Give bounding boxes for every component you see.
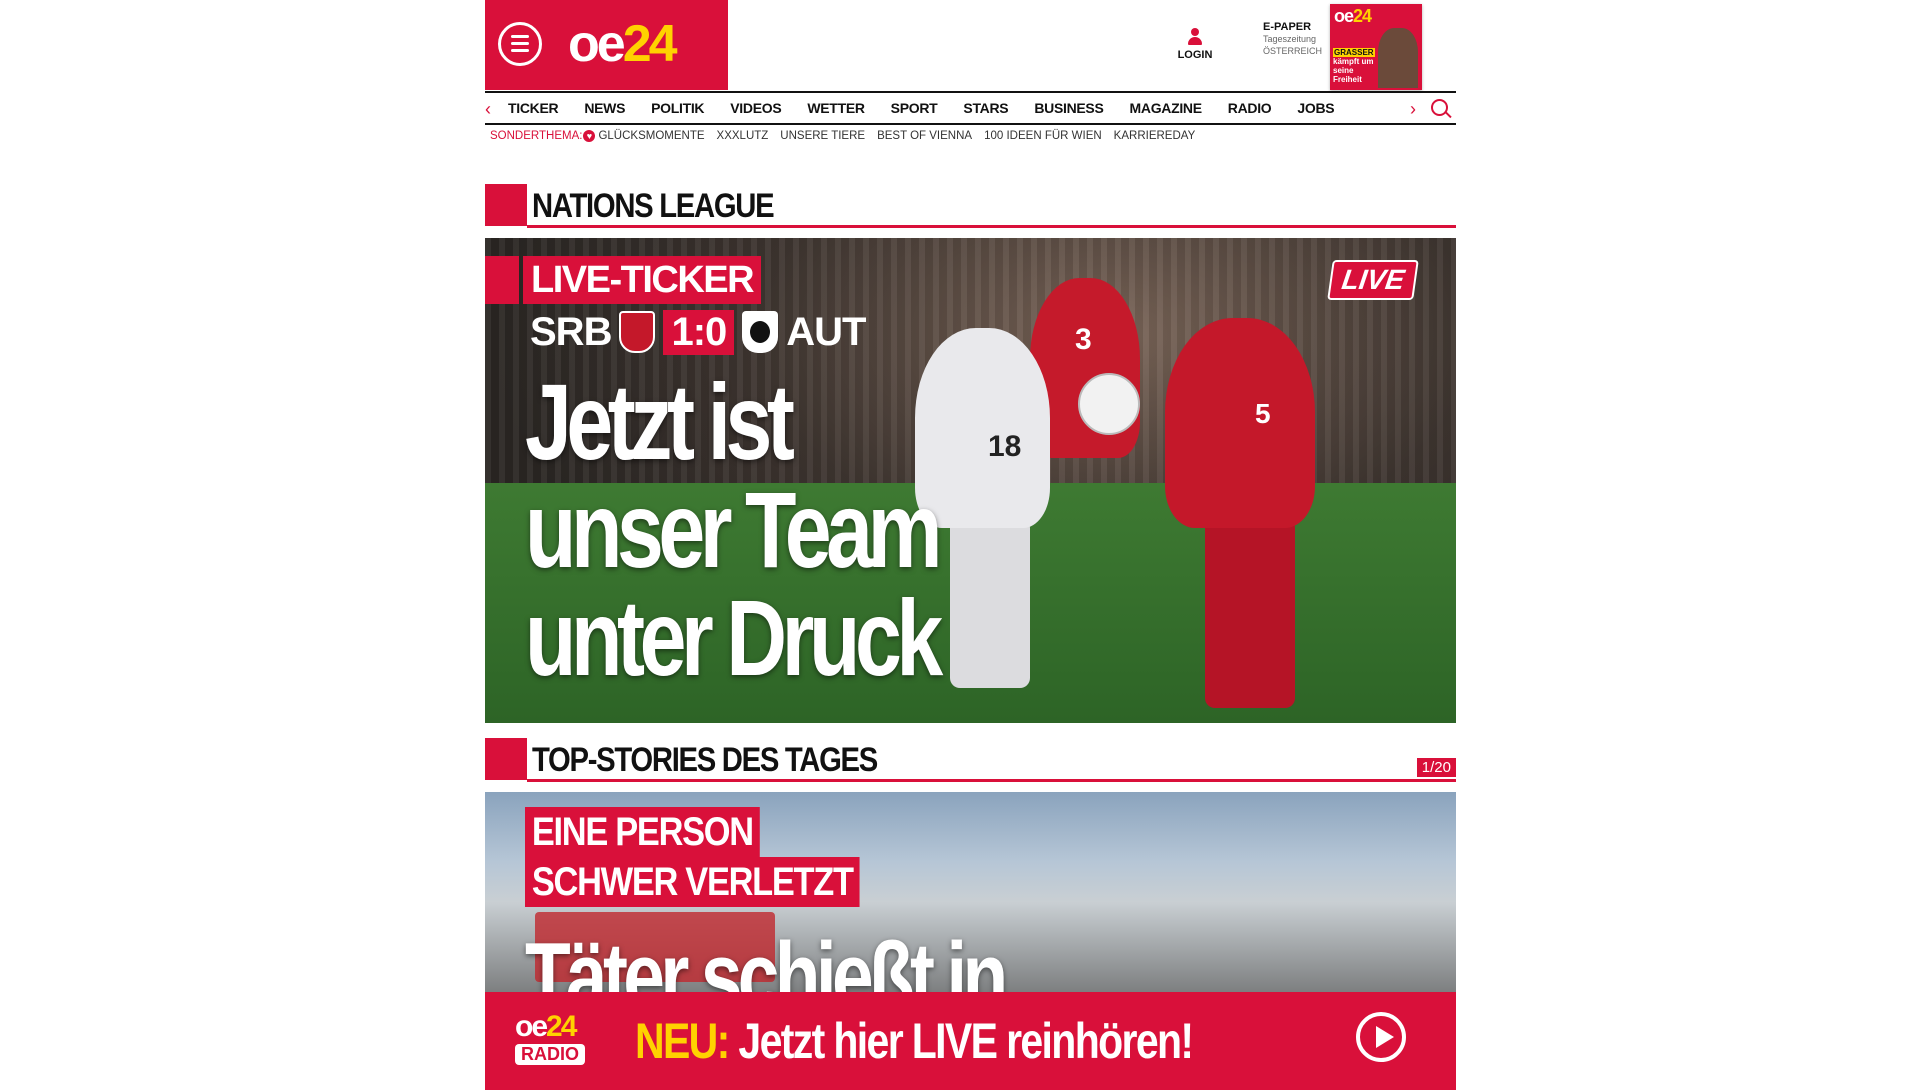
nav-item-news[interactable]: NEWS <box>584 100 625 116</box>
login-label: LOGIN <box>1177 49 1213 61</box>
hamburger-menu-icon[interactable] <box>498 22 542 66</box>
nav-item-magazine[interactable]: MAGAZINE <box>1130 100 1203 116</box>
cover-headline: GRASSER kämpft um seine Freiheit <box>1333 48 1375 84</box>
nav-item-stars[interactable]: STARS <box>963 100 1008 116</box>
cover-logo: oe24 <box>1334 6 1372 26</box>
epaper-link[interactable]: E-PAPER Tageszeitung ÖSTERREICH <box>1263 21 1333 57</box>
heart-icon: ♥ <box>583 130 596 142</box>
nav-item-wetter[interactable]: WETTER <box>807 100 865 116</box>
nav-item-videos[interactable]: VIDEOS <box>730 100 781 116</box>
epaper-title: E-PAPER <box>1263 21 1312 33</box>
radio-logo: oe24 RADIO <box>515 1012 605 1065</box>
nav-item-jobs[interactable]: JOBS <box>1297 100 1334 116</box>
nav-item-politik[interactable]: POLITIK <box>651 100 704 116</box>
story-tag: SCHWER VERLETZT <box>525 857 860 907</box>
football-image <box>1078 373 1140 435</box>
sonderthema-item[interactable]: KARRIEREDAY <box>1114 130 1196 142</box>
main-nav: ‹ TICKER NEWS POLITIK VIDEOS WETTER SPORT STAR… <box>485 91 1456 125</box>
section-header-nations-league: NATIONS LEAGUE <box>485 184 1456 228</box>
section-header-top-stories: TOP-STORIES DES TAGES 1/20 <box>485 738 1456 782</box>
nav-items: TICKER NEWS POLITIK VIDEOS WETTER SPORT STARS B… <box>508 93 1360 123</box>
cover-photo <box>1378 28 1418 88</box>
page: oe24 LOGIN E-PAPER Tageszeitung ÖSTERREI… <box>485 0 1456 1090</box>
top-story-card[interactable]: EINE PERSON SCHWER VERLETZT Täter schieß… <box>485 792 1456 992</box>
austria-crest-icon <box>742 311 779 353</box>
search-icon[interactable] <box>1431 99 1448 116</box>
sonderthema-label: SONDERTHEMA: <box>490 130 583 142</box>
story-tag: EINE PERSON <box>525 807 760 857</box>
sonderthema-item[interactable]: UNSERE TIERE <box>780 130 865 142</box>
score: 1:0 <box>663 309 735 355</box>
team-away: AUT <box>786 309 866 354</box>
nav-item-radio[interactable]: RADIO <box>1228 100 1272 116</box>
login-button[interactable]: LOGIN <box>1170 28 1220 61</box>
story-headline: Täter schießt in <box>525 923 1008 992</box>
live-ticker-tag: LIVE-TICKER <box>523 256 762 304</box>
site-logo[interactable]: oe24 <box>568 16 678 72</box>
epaper-line2: ÖSTERREICH <box>1263 46 1323 56</box>
story-counter: 1/20 <box>1416 758 1456 777</box>
team-home: SRB <box>530 309 612 354</box>
logo-area: oe24 <box>485 0 728 90</box>
jersey-number: 5 <box>1255 398 1271 429</box>
radio-text: NEU: Jetzt hier LIVE reinhören! <box>635 1013 1194 1069</box>
jersey-number: 3 <box>1075 323 1092 356</box>
nav-left-arrow-icon[interactable]: ‹ <box>485 99 491 120</box>
jersey-number: 18 <box>988 430 1022 463</box>
epaper-line1: Tageszeitung <box>1263 34 1317 44</box>
sonderthema-item[interactable]: 100 IDEEN FÜR WIEN <box>984 130 1102 142</box>
nav-right-arrow-icon[interactable]: › <box>1410 99 1416 120</box>
sonderthema-item[interactable]: XXXLUTZ <box>717 130 769 142</box>
nav-item-business[interactable]: BUSINESS <box>1034 100 1103 116</box>
hero-headline: Jetzt ist unser Team unter Druck <box>525 361 943 698</box>
section-title[interactable]: NATIONS LEAGUE <box>532 186 775 226</box>
user-icon <box>1187 28 1203 46</box>
nav-item-sport[interactable]: SPORT <box>891 100 938 116</box>
play-icon[interactable] <box>1356 1012 1406 1062</box>
sonderthema-nav: SONDERTHEMA: ♥ GLÜCKSMOMENTE XXXLUTZ UNSER… <box>490 130 1207 142</box>
section-title[interactable]: TOP-STORIES DES TAGES <box>532 740 878 780</box>
sonderthema-item[interactable]: GLÜCKSMOMENTE <box>598 130 704 142</box>
scoreline: SRB 1:0 AUT <box>530 308 866 356</box>
player-image <box>1165 318 1315 528</box>
radio-banner[interactable]: oe24 RADIO NEU: Jetzt hier LIVE reinhöre… <box>485 992 1456 1090</box>
sonderthema-item[interactable]: BEST OF VIENNA <box>877 130 972 142</box>
nav-item-ticker[interactable]: TICKER <box>508 100 559 116</box>
serbia-crest-icon <box>619 311 656 353</box>
live-badge: LIVE <box>1326 260 1419 300</box>
epaper-cover-image[interactable]: oe24 GRASSER kämpft um seine Freiheit <box>1330 4 1422 90</box>
hero-story[interactable]: 18 3 5 LIVE-TICKER SRB 1:0 AUT LIVE Jetz… <box>485 238 1456 723</box>
